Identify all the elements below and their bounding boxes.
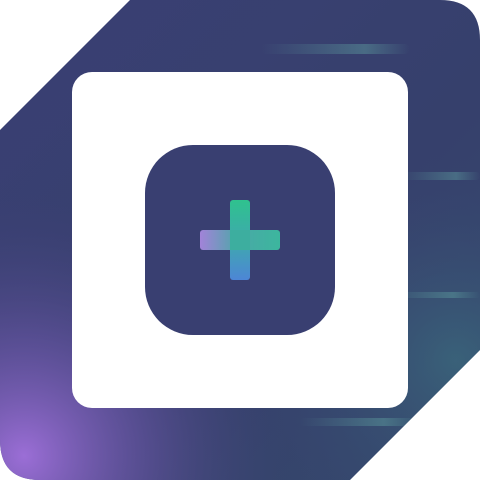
app-icon-canvas xyxy=(0,0,480,480)
plus-app-icon xyxy=(0,0,480,480)
